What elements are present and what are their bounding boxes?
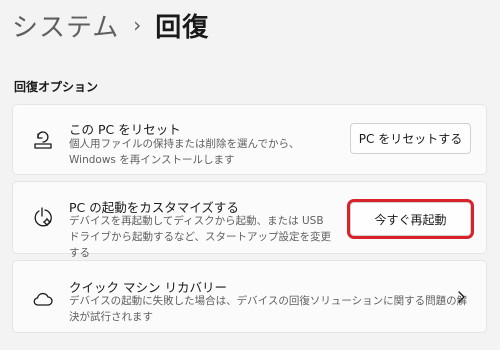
reset-pc-button[interactable]: PC をリセットする: [350, 123, 471, 154]
reset-pc-icon: [31, 129, 55, 153]
breadcrumb-system[interactable]: システム: [12, 7, 119, 44]
reset-pc-card: この PC をリセット 個人用ファイルの保持または削除を選んでから、Window…: [12, 104, 487, 175]
advanced-startup-card: PC の起動をカスタマイズする デバイスを再起動してディスクから起動、または U…: [12, 181, 487, 259]
restart-now-button[interactable]: 今すぐ再起動: [347, 199, 474, 239]
advanced-startup-icon: [31, 205, 55, 229]
quick-machine-recovery-card[interactable]: クイック マシン リカバリー デバイスの起動に失敗した場合は、デバイスの回復ソリ…: [12, 260, 487, 333]
breadcrumb: システム › 回復: [12, 4, 209, 46]
section-title: 回復オプション: [14, 80, 99, 94]
cloud-icon: [31, 287, 55, 311]
chevron-right-icon[interactable]: [454, 288, 468, 306]
page-title: 回復: [155, 12, 210, 43]
reset-pc-description: 個人用ファイルの保持または削除を選んでから、Windows を再インストールしま…: [69, 138, 300, 166]
breadcrumb-separator: ›: [133, 13, 142, 37]
quick-machine-recovery-description: デバイスの起動に失敗した場合は、デバイスの回復ソリューションに関する問題の解決が…: [69, 295, 468, 323]
advanced-startup-description: デバイスを再起動してディスクから起動、または USB ドライブから起動するなど、…: [69, 215, 331, 259]
